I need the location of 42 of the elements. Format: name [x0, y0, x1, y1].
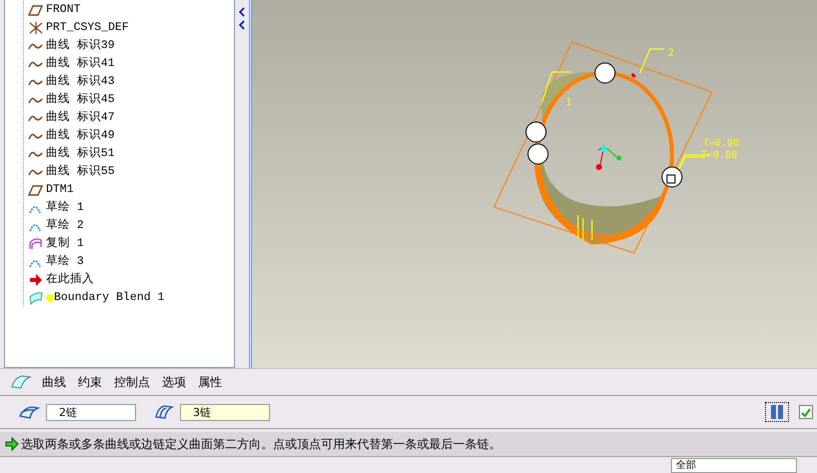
chain-collector-field[interactable]: 2链	[46, 404, 136, 420]
insert-arrow-icon	[28, 272, 43, 286]
dashboard-tab[interactable]: 属性	[196, 374, 224, 390]
tree-item[interactable]: 复制 1	[46, 236, 84, 251]
tree-item[interactable]: 曲线 标识51	[46, 146, 115, 161]
tree-item[interactable]: PRT_CSYS_DEF	[46, 20, 129, 35]
tree-item[interactable]: 曲线 标识47	[46, 110, 115, 125]
tree-item[interactable]: 曲线 标识41	[46, 56, 115, 71]
tree-item[interactable]: 草绘 1	[46, 200, 84, 215]
dashboard-tab[interactable]: 曲线	[40, 374, 68, 390]
dimension-label: 1	[566, 97, 572, 108]
plane-icon	[28, 182, 43, 196]
prompt-text: 选取两条或多条曲线或边链定义曲面第二方向。点或顶点可用来代替第一条或最后一条链。	[21, 436, 501, 452]
dashboard-tab[interactable]: 约束	[76, 374, 104, 390]
preview-checkbox[interactable]	[799, 405, 813, 419]
surface-icon	[10, 374, 32, 390]
tree-item[interactable]: 草绘 3	[46, 254, 84, 269]
tree-item[interactable]: 曲线 标识45	[46, 92, 115, 107]
tree-item[interactable]: 曲线 标识55	[46, 164, 115, 179]
tree-item[interactable]: FRONT	[46, 2, 81, 17]
dimension-label: T=0.00	[703, 138, 740, 149]
tree-item[interactable]: Boundary Blend 1	[54, 290, 164, 305]
dimension-label: T=0.00	[701, 150, 738, 161]
axes-icon	[28, 20, 43, 34]
copy-icon	[28, 236, 43, 250]
tree-item[interactable]: 曲线 标识43	[46, 74, 115, 89]
tree-item[interactable]: 曲线 标识39	[46, 38, 115, 53]
tree-item[interactable]: DTM1	[46, 182, 74, 197]
tree-item[interactable]: 在此插入	[46, 272, 94, 287]
surface-icon	[28, 290, 43, 304]
filter-dropdown[interactable]: 全部	[671, 458, 797, 473]
collapse-arrows-icon[interactable]	[238, 6, 246, 32]
plane-icon	[28, 2, 43, 16]
pause-button[interactable]	[765, 402, 789, 422]
dashboard-tab[interactable]: 控制点	[112, 374, 152, 390]
dimension-label: 2	[668, 48, 674, 59]
tree-item[interactable]: 草绘 2	[46, 218, 84, 233]
tree-item[interactable]: 曲线 标识49	[46, 128, 115, 143]
first-direction-icon	[18, 404, 40, 420]
arrow-icon	[5, 437, 19, 451]
chain-collector-field[interactable]: 3链	[180, 404, 270, 420]
dashboard-tab[interactable]: 选项	[160, 374, 188, 390]
